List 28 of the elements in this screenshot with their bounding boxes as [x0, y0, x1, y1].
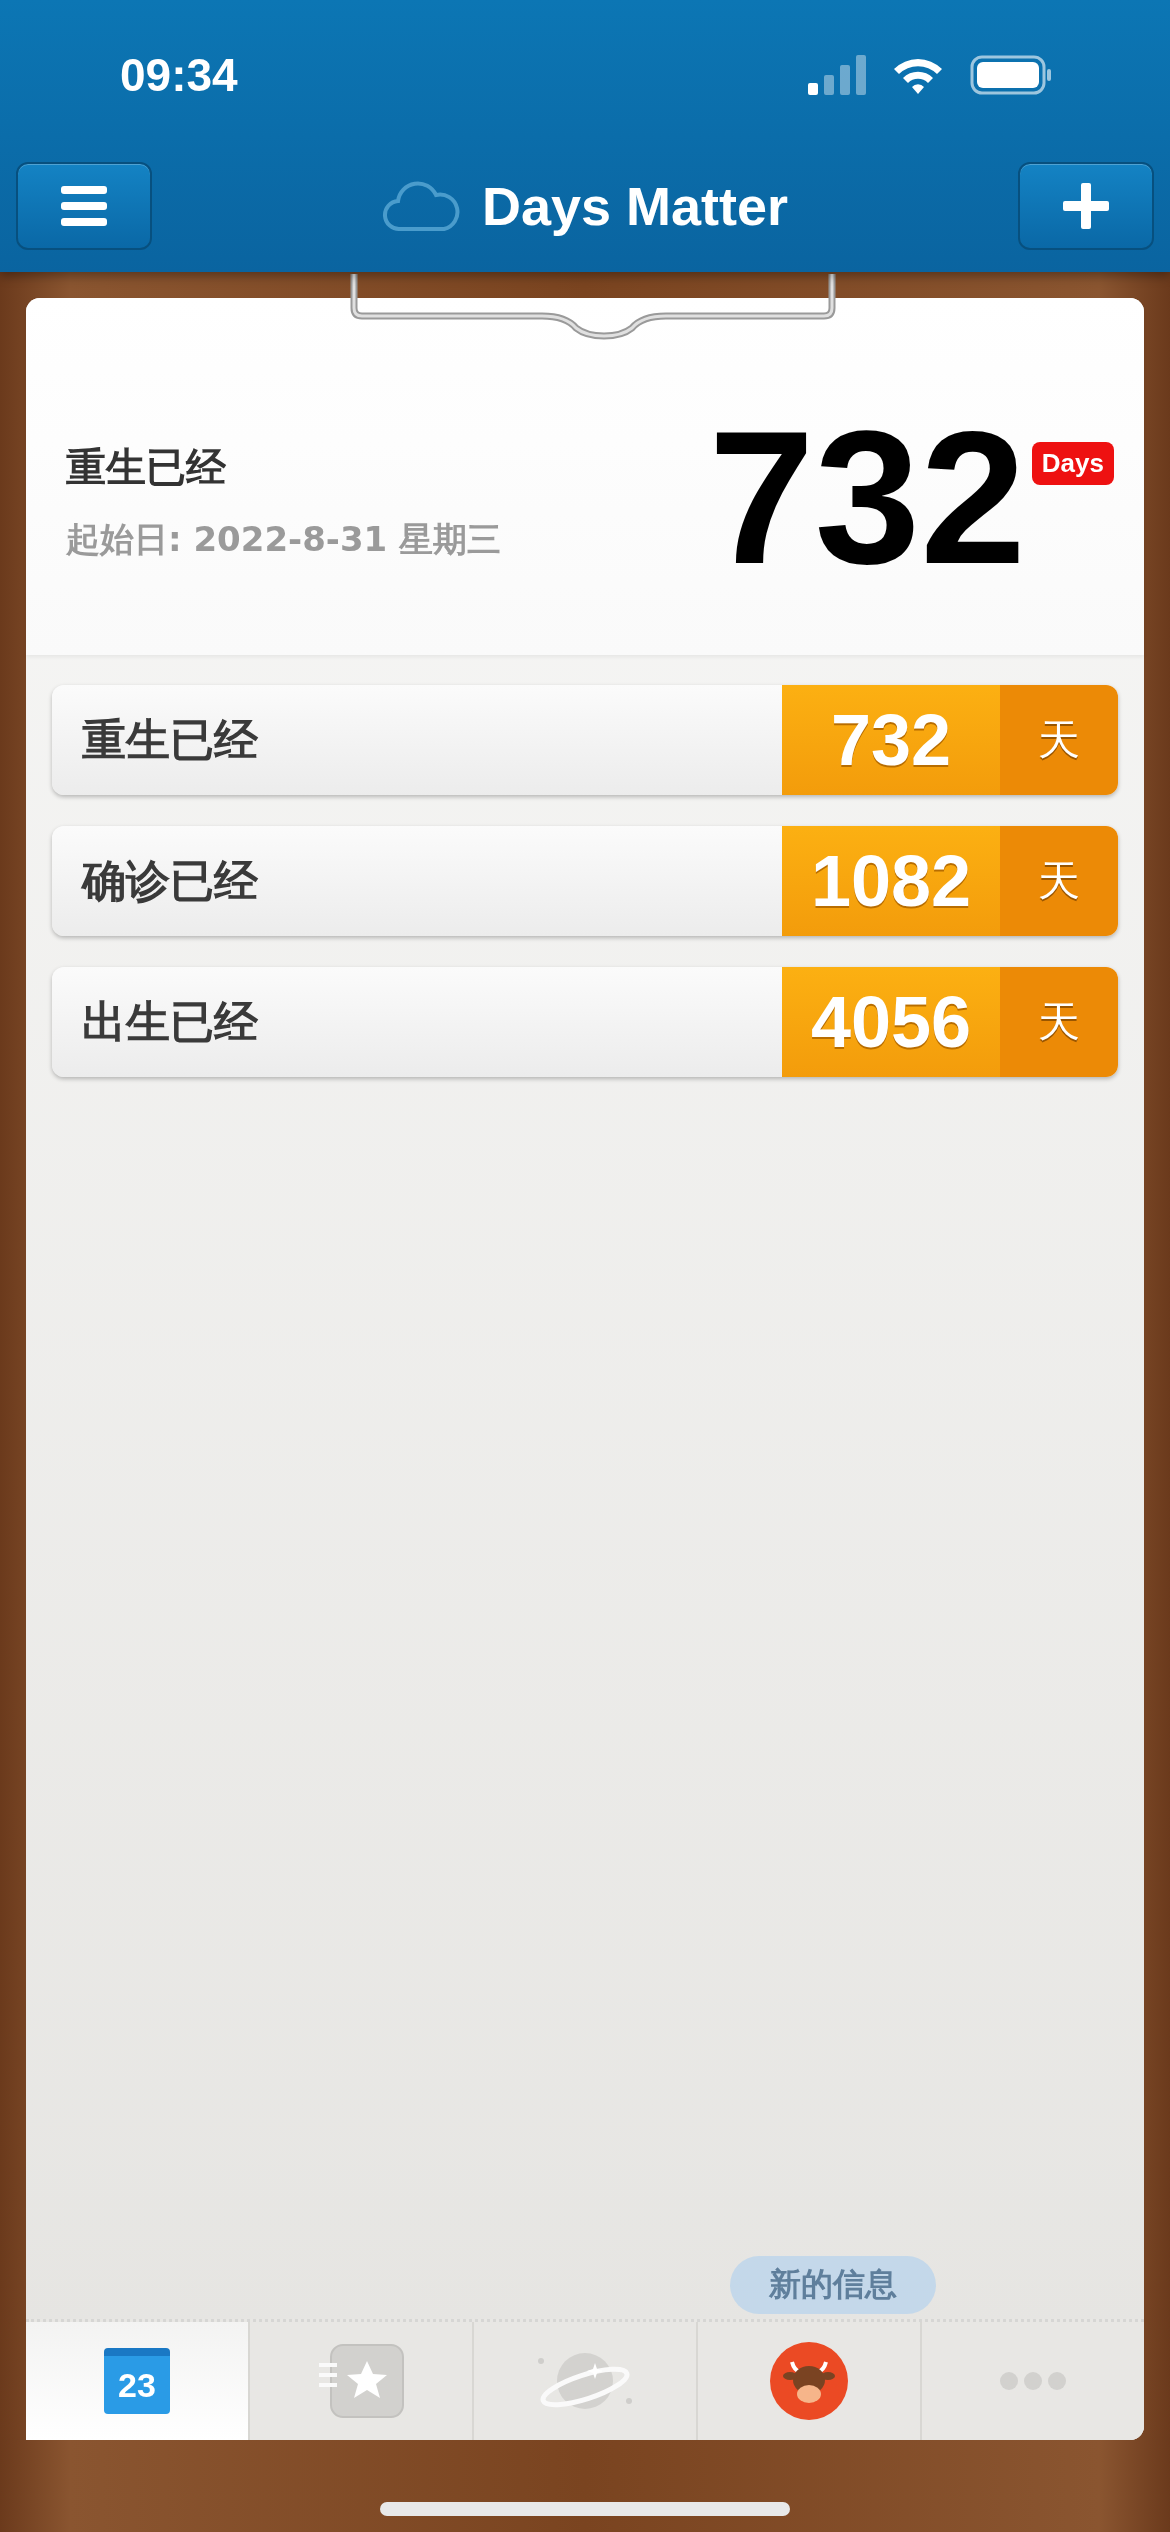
- status-time: 09:34: [120, 48, 238, 102]
- event-title: 重生已经: [81, 712, 259, 767]
- plus-icon: [1063, 183, 1109, 229]
- battery-icon: [970, 55, 1052, 95]
- start-date: 起始日: 2022-8-31 星期三: [66, 518, 502, 561]
- cloud-icon: [381, 179, 460, 233]
- new-message-tooltip: 新的信息: [730, 2256, 936, 2314]
- add-button[interactable]: [1018, 162, 1154, 250]
- app-title: Days Matter: [481, 175, 789, 237]
- day-count: 732: [708, 401, 1026, 592]
- signal-icon: [808, 55, 866, 95]
- menu-button[interactable]: [16, 162, 152, 250]
- event-row[interactable]: 出生已经 4056 天: [52, 967, 1118, 1077]
- day-unit: 天: [1000, 685, 1118, 795]
- day-count: 1082: [782, 826, 1000, 936]
- day-unit: 天: [1000, 826, 1118, 936]
- day-count: 4056: [782, 967, 1000, 1077]
- bull-avatar-icon: [770, 2342, 848, 2420]
- menu-icon: [61, 186, 107, 226]
- day-count: 732: [782, 685, 1000, 795]
- event-row[interactable]: 确诊已经 1082 天: [52, 826, 1118, 936]
- day-unit: 天: [1000, 967, 1118, 1077]
- calendar-icon: 23: [104, 2348, 170, 2414]
- event-row[interactable]: 重生已经 732 天: [52, 685, 1118, 795]
- event-title: 出生已经: [81, 994, 259, 1049]
- event-title: 重生已经: [66, 443, 227, 492]
- days-badge: Days: [1031, 441, 1114, 485]
- event-title: 确诊已经: [80, 853, 259, 908]
